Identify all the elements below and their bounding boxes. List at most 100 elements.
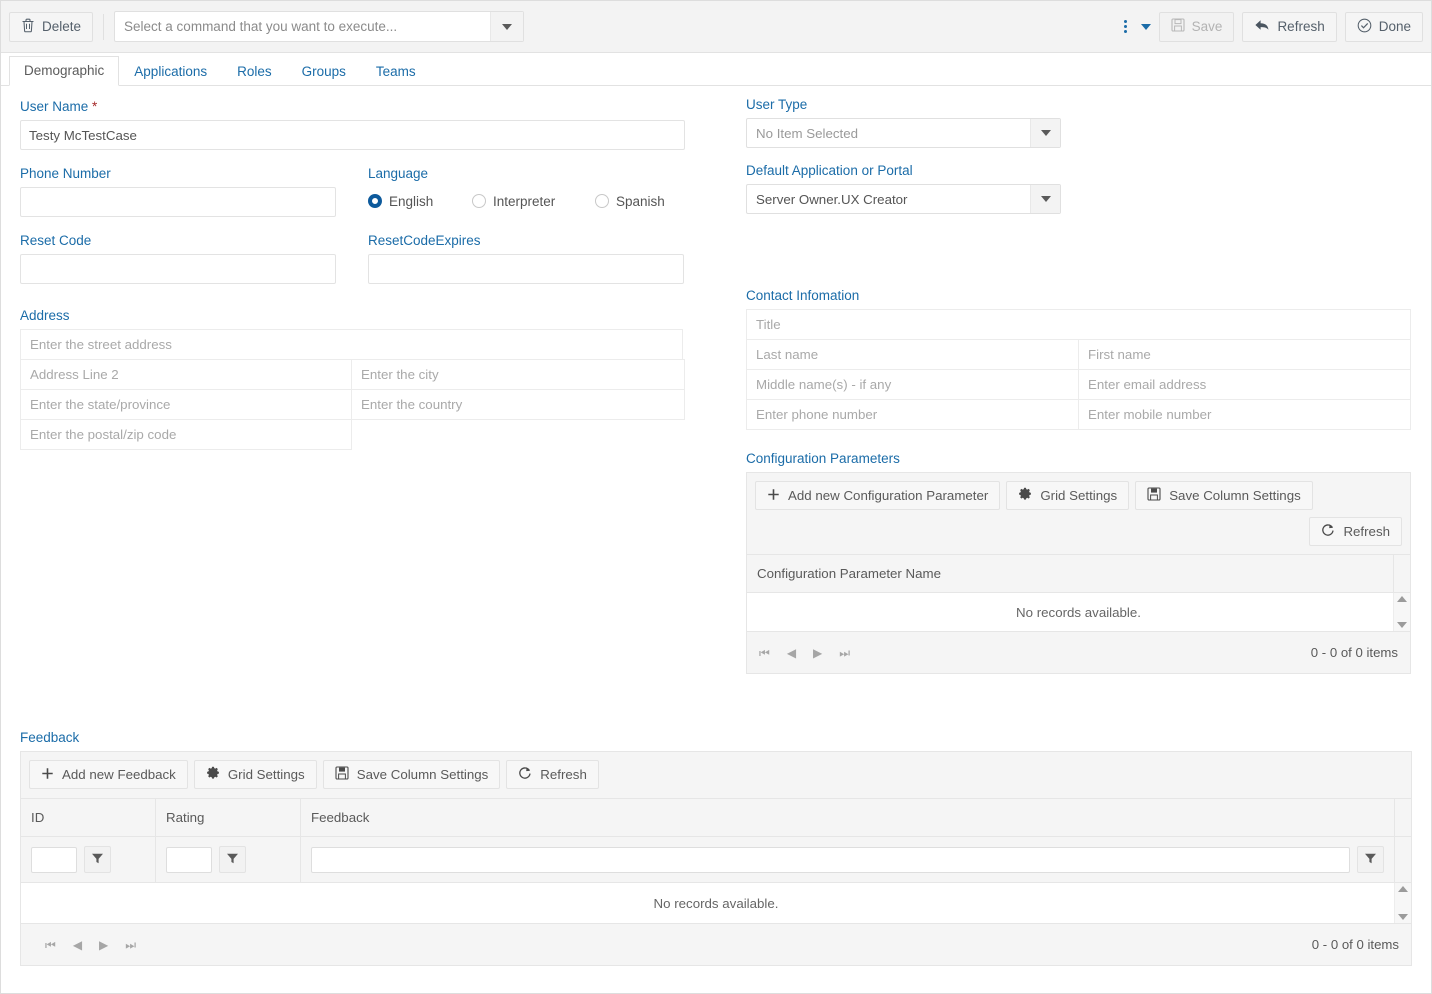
pager-first-icon[interactable]: ⏮ (45, 939, 56, 951)
feedback-refresh-label: Refresh (540, 767, 587, 782)
scroll-down-icon[interactable] (1398, 914, 1408, 920)
pager-prev-icon[interactable]: ◀ (73, 939, 82, 951)
contact-information-group: Contact Infomation Title Last name First… (746, 288, 1411, 430)
user-type-select-arrow[interactable] (1030, 119, 1060, 147)
config-grid-scrollbar[interactable] (1393, 593, 1410, 631)
contact-grid: Title Last name First name Middle name(s… (746, 309, 1411, 430)
funnel-icon (1364, 852, 1377, 868)
more-vertical-icon[interactable] (1118, 16, 1133, 37)
pager-last-icon[interactable]: ⏭ (839, 647, 850, 659)
feedback-save-column-settings-button[interactable]: Save Column Settings (322, 760, 501, 789)
config-grid-settings-button[interactable]: Grid Settings (1006, 481, 1130, 510)
scroll-up-icon[interactable] (1397, 596, 1407, 602)
user-type-group: User Type No Item Selected (746, 97, 1411, 148)
feedback-grid-settings-button[interactable]: Grid Settings (193, 760, 317, 789)
contact-title-input[interactable]: Title (746, 309, 1411, 340)
contact-mobile-input[interactable]: Enter mobile number (1078, 399, 1411, 430)
refresh-button[interactable]: Refresh (1242, 11, 1337, 42)
contact-information-label: Contact Infomation (746, 288, 860, 303)
tab-teams[interactable]: Teams (361, 57, 431, 87)
check-circle-icon (1357, 18, 1372, 36)
toolbar-chevron-down-icon[interactable] (1140, 23, 1151, 30)
default-application-label: Default Application or Portal (746, 163, 913, 178)
pager-next-icon[interactable]: ▶ (99, 939, 108, 951)
feedback-save-column-settings-label: Save Column Settings (356, 767, 489, 782)
scroll-down-icon[interactable] (1397, 622, 1407, 628)
user-name-input[interactable] (20, 120, 685, 150)
user-name-label: User Name * (20, 99, 685, 114)
reset-code-label: Reset Code (20, 233, 92, 248)
feedback-filter-rating-button[interactable] (219, 846, 246, 873)
reset-code-input[interactable] (20, 254, 336, 284)
feedback-filter-feedback-button[interactable] (1357, 846, 1384, 873)
address-street-input[interactable]: Enter the street address (20, 329, 683, 360)
tab-applications[interactable]: Applications (119, 57, 222, 87)
config-refresh-button[interactable]: Refresh (1309, 517, 1402, 546)
tab-teams-label: Teams (375, 63, 416, 79)
feedback-pager-count: 0 - 0 of 0 items (1311, 937, 1399, 952)
radio-spanish-dot (595, 194, 609, 208)
config-save-column-settings-button[interactable]: Save Column Settings (1135, 481, 1313, 510)
config-grid-pager: ⏮ ◀ ▶ ⏭ 0 - 0 of 0 items (747, 631, 1410, 673)
default-application-value: Server Owner.UX Creator (756, 191, 908, 207)
feedback-column-header-rating[interactable]: Rating (156, 799, 301, 836)
feedback-filter-id-input[interactable] (31, 846, 77, 873)
default-application-select-arrow[interactable] (1030, 185, 1060, 213)
contact-middle-name-input[interactable]: Middle name(s) - if any (746, 369, 1079, 400)
address-postal-input[interactable]: Enter the postal/zip code (20, 419, 352, 450)
save-button[interactable]: Save (1158, 11, 1235, 42)
radio-interpreter[interactable]: Interpreter (472, 194, 595, 209)
feedback-grid-scrollbar[interactable] (1394, 883, 1411, 923)
command-select-arrow[interactable] (490, 12, 524, 41)
tab-roles[interactable]: Roles (222, 57, 287, 87)
add-configuration-parameter-button[interactable]: Add new Configuration Parameter (755, 481, 1001, 510)
pager-next-icon[interactable]: ▶ (813, 647, 822, 659)
radio-english[interactable]: English (368, 194, 472, 209)
radio-interpreter-dot (472, 194, 486, 208)
contact-phone-input[interactable]: Enter phone number (746, 399, 1079, 430)
feedback-column-header-id[interactable]: ID (21, 799, 156, 836)
address-city-input[interactable]: Enter the city (351, 359, 685, 390)
left-form-column: User Name * Phone Number Language Englis… (20, 99, 685, 450)
config-grid-body: No records available. (747, 593, 1410, 631)
address-line2-input[interactable]: Address Line 2 (20, 359, 352, 390)
add-feedback-label: Add new Feedback (62, 767, 176, 782)
contact-first-name-input[interactable]: First name (1078, 339, 1411, 370)
feedback-filter-id-button[interactable] (84, 846, 111, 873)
config-grid-toolbar: Add new Configuration Parameter Grid Set… (747, 473, 1410, 510)
tab-groups[interactable]: Groups (287, 57, 361, 87)
address-country-input[interactable]: Enter the country (351, 389, 685, 420)
pager-first-icon[interactable]: ⏮ (759, 647, 770, 659)
user-name-group: User Name * (20, 99, 685, 150)
feedback-refresh-button[interactable]: Refresh (506, 760, 599, 789)
reset-code-expires-input[interactable] (368, 254, 684, 284)
scroll-up-icon[interactable] (1398, 886, 1408, 892)
default-application-select[interactable]: Server Owner.UX Creator (746, 184, 1061, 214)
pager-prev-icon[interactable]: ◀ (787, 647, 796, 659)
config-column-header-name[interactable]: Configuration Parameter Name (747, 555, 1393, 592)
delete-button[interactable]: Delete (9, 11, 94, 42)
save-button-label: Save (1191, 19, 1223, 34)
contact-last-name-input[interactable]: Last name (746, 339, 1079, 370)
pager-last-icon[interactable]: ⏭ (125, 939, 136, 951)
feedback-filter-rating-input[interactable] (166, 846, 212, 873)
contact-row-3: Middle name(s) - if any Enter email addr… (746, 369, 1411, 400)
toolbar-divider (103, 13, 105, 40)
feedback-filter-feedback-input[interactable] (311, 846, 1350, 873)
feedback-column-header-feedback[interactable]: Feedback (301, 799, 1394, 836)
refresh-button-label: Refresh (1277, 19, 1325, 34)
add-feedback-button[interactable]: Add new Feedback (29, 760, 188, 789)
feedback-header-scroll-spacer (1394, 799, 1411, 836)
contact-email-input[interactable]: Enter email address (1078, 369, 1411, 400)
user-name-label-text: User Name (20, 99, 89, 114)
phone-number-input[interactable] (20, 187, 336, 217)
right-form-column: User Type No Item Selected Default Appli… (746, 97, 1411, 674)
address-state-input[interactable]: Enter the state/province (20, 389, 352, 420)
feedback-empty-message: No records available. (653, 895, 779, 911)
user-type-select[interactable]: No Item Selected (746, 118, 1061, 148)
done-button[interactable]: Done (1344, 11, 1423, 42)
radio-spanish[interactable]: Spanish (595, 194, 665, 209)
command-select[interactable]: Select a command that you want to execut… (114, 11, 525, 42)
done-button-label: Done (1378, 19, 1411, 34)
tab-demographic[interactable]: Demographic (9, 55, 120, 86)
